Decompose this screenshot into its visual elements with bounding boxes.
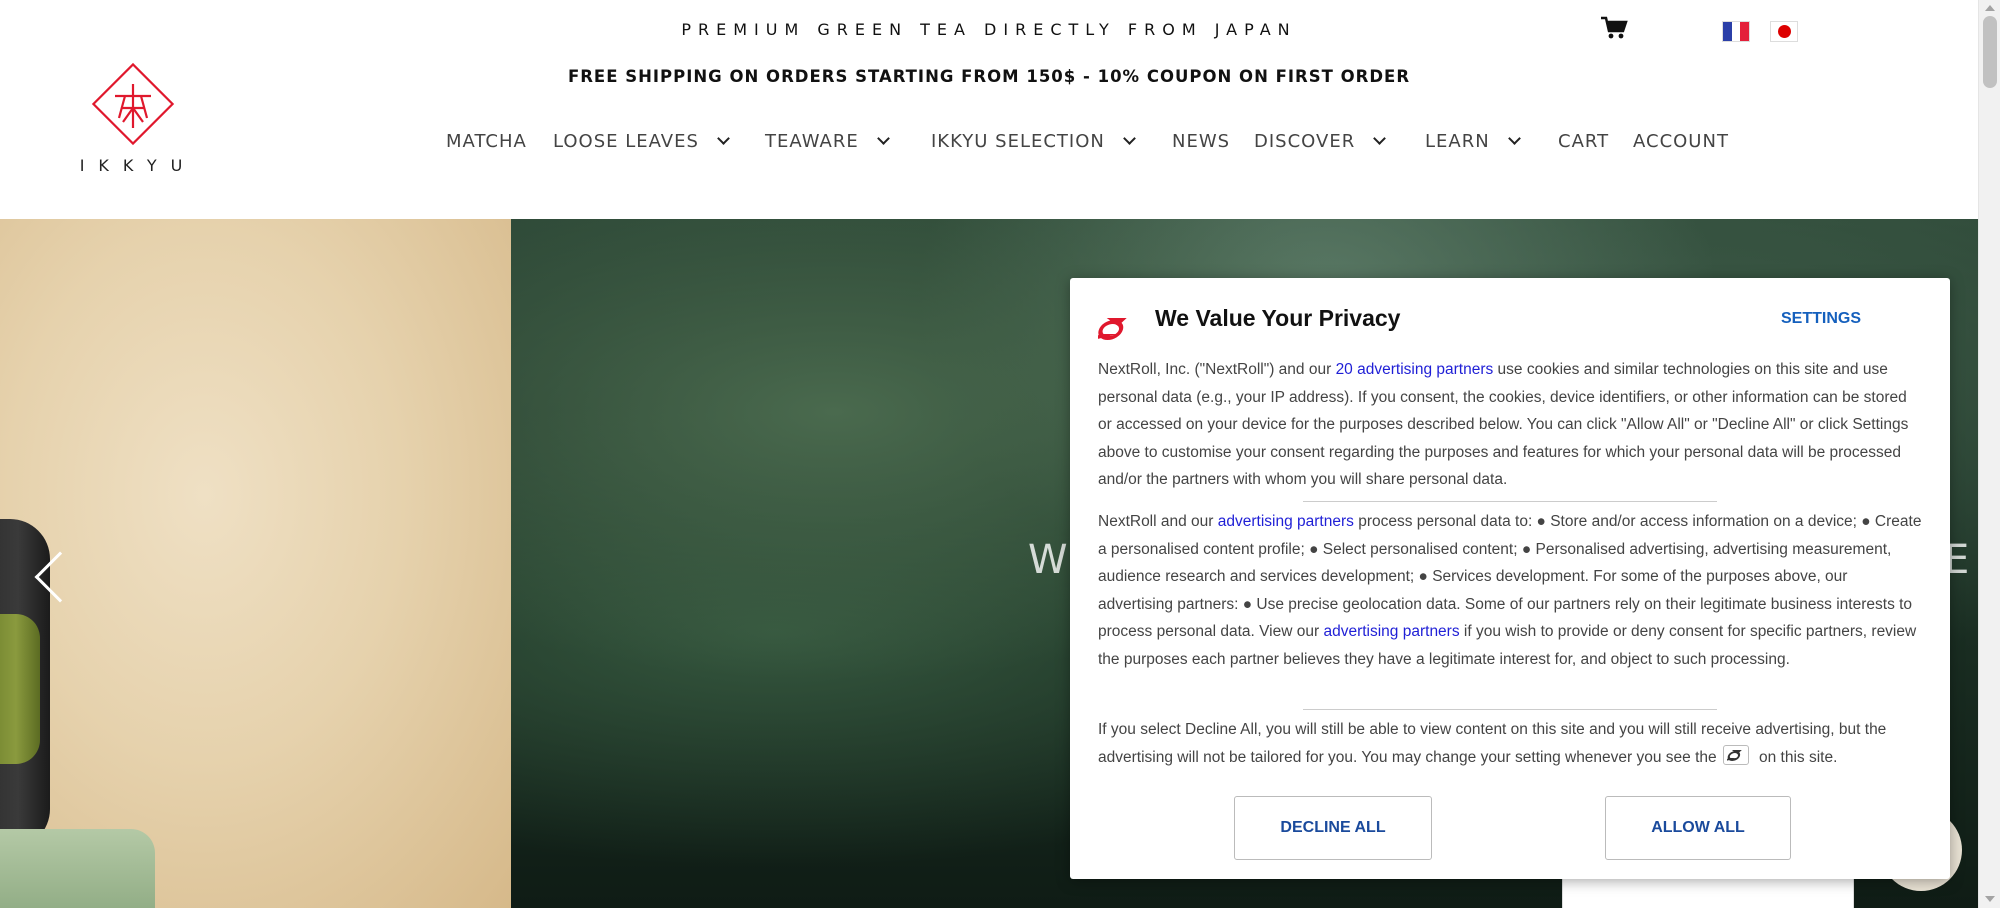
hero-headline: W xyxy=(1028,537,1072,583)
nextroll-logo-icon xyxy=(1093,314,1132,342)
nav-label: MATCHA xyxy=(446,131,527,152)
nav-item-learn[interactable]: LEARN xyxy=(1425,131,1521,152)
nextroll-small-logo-icon xyxy=(1722,745,1749,766)
nav-item-matcha[interactable]: MATCHA xyxy=(446,131,527,152)
site-logo[interactable]: IKKYU xyxy=(68,56,198,180)
nav-item-teaware[interactable]: TEAWARE xyxy=(765,131,890,152)
divider xyxy=(1303,709,1717,710)
text: on this site. xyxy=(1758,748,1838,766)
tagline: PREMIUM GREEN TEA DIRECTLY FROM JAPAN xyxy=(681,20,1297,39)
text: process personal data to: ● Store and/or… xyxy=(1098,513,1922,640)
consent-paragraph-3: If you select Decline All, you will stil… xyxy=(1098,716,1924,771)
nav-item-loose-leaves[interactable]: LOOSE LEAVES xyxy=(553,131,730,152)
consent-paragraph-2: NextRoll and our advertising partners pr… xyxy=(1098,508,1924,673)
site-header: PREMIUM GREEN TEA DIRECTLY FROM JAPAN FR… xyxy=(0,0,1978,219)
cart-icon[interactable] xyxy=(1600,16,1628,40)
hero-product-image xyxy=(0,219,511,908)
chevron-down-icon xyxy=(876,132,890,145)
advertising-partners-count-link[interactable]: 20 advertising partners xyxy=(1336,361,1494,378)
nav-label: LOOSE LEAVES xyxy=(553,131,699,152)
settings-link[interactable]: SETTINGS xyxy=(1781,310,1861,328)
shipping-banner: FREE SHIPPING ON ORDERS STARTING FROM 15… xyxy=(567,67,1411,86)
nav-label: LEARN xyxy=(1425,131,1490,152)
nav-label: DISCOVER xyxy=(1254,131,1356,152)
decline-all-button[interactable]: DECLINE ALL xyxy=(1234,796,1432,860)
nav-label: CART xyxy=(1558,131,1610,152)
privacy-consent-dialog: We Value Your Privacy SETTINGS NextRoll,… xyxy=(1070,278,1950,879)
nav-item-account[interactable]: ACCOUNT xyxy=(1633,131,1729,152)
nav-item-discover[interactable]: DISCOVER xyxy=(1254,131,1387,152)
divider xyxy=(1303,501,1717,502)
nav-item-news[interactable]: NEWS xyxy=(1172,131,1230,152)
nav-item-cart[interactable]: CART xyxy=(1558,131,1609,152)
consent-title: We Value Your Privacy xyxy=(1155,305,1401,331)
chevron-down-icon xyxy=(1373,132,1387,145)
nav-label: ACCOUNT xyxy=(1633,131,1729,152)
nav-item-ikkyu-selection[interactable]: IKKYU SELECTION xyxy=(931,131,1136,152)
chevron-down-icon xyxy=(1123,132,1136,145)
text: use cookies and similar technologies on … xyxy=(1098,361,1909,488)
main-nav: MATCHA LOOSE LEAVES TEAWARE IKKYU SELECT… xyxy=(0,131,1978,161)
nav-label: IKKYU SELECTION xyxy=(931,131,1105,152)
chevron-down-icon xyxy=(717,132,730,145)
tea-canister-label xyxy=(0,614,40,764)
consent-paragraph-1: NextRoll, Inc. ("NextRoll") and our 20 a… xyxy=(1098,356,1924,494)
scrollbar[interactable] xyxy=(1978,0,2000,908)
nav-label: TEAWARE xyxy=(765,131,859,152)
advertising-partners-link[interactable]: advertising partners xyxy=(1323,623,1459,640)
advertising-partners-link[interactable]: advertising partners xyxy=(1218,513,1354,530)
scroll-thumb[interactable] xyxy=(1983,16,1997,88)
text: NextRoll, Inc. ("NextRoll") and our xyxy=(1098,361,1336,378)
fr-flag-icon[interactable] xyxy=(1722,21,1750,42)
nav-label: NEWS xyxy=(1172,131,1231,152)
chevron-down-icon xyxy=(1507,132,1521,145)
scroll-down-icon[interactable] xyxy=(1985,896,1995,902)
jp-flag-icon[interactable] xyxy=(1770,21,1798,42)
tea-cup xyxy=(0,829,155,908)
scroll-up-icon[interactable] xyxy=(1985,5,1995,11)
allow-all-button[interactable]: ALLOW ALL xyxy=(1605,796,1791,860)
text: NextRoll and our xyxy=(1098,513,1218,530)
